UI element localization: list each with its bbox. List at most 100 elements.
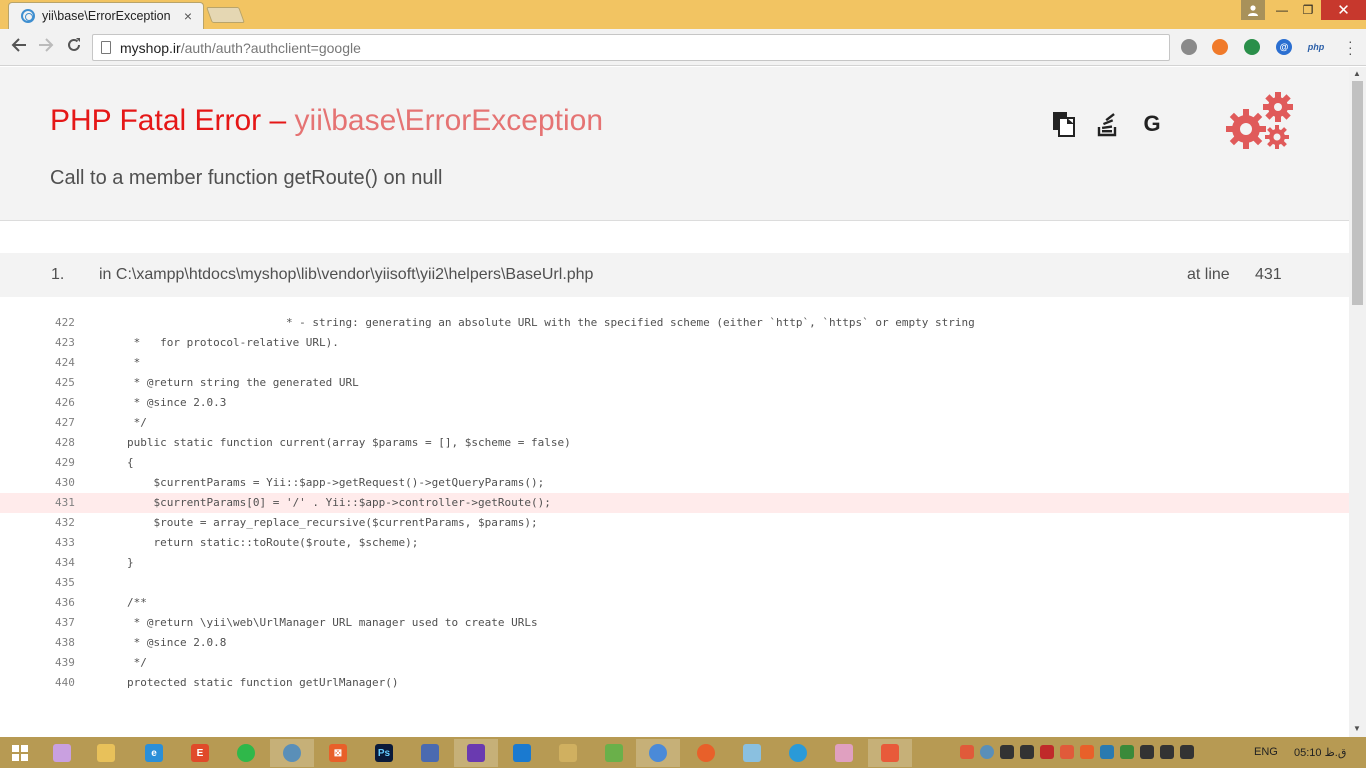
code-text: * for protocol-relative URL). [127, 336, 339, 349]
photoshop-icon[interactable]: Ps [362, 739, 406, 767]
tray-icon[interactable] [1100, 745, 1114, 759]
code-line: 424 * [0, 353, 1349, 373]
scroll-up-icon[interactable]: ▲ [1353, 69, 1361, 78]
call-stack-item[interactable]: 1. in C:\xampp\htdocs\myshop\lib\vendor\… [0, 253, 1349, 297]
google-icon[interactable]: G [1140, 109, 1164, 139]
editor-app-icon[interactable]: E [178, 739, 222, 767]
tray-icon[interactable] [1040, 745, 1054, 759]
windows-start-icon[interactable] [12, 745, 28, 761]
code-line: 423 * for protocol-relative URL). [0, 333, 1349, 353]
whatsapp-icon[interactable] [224, 739, 268, 767]
tray-icon[interactable] [1140, 745, 1154, 759]
taskbar-app-icon[interactable] [40, 739, 84, 767]
scrollbar-thumb[interactable] [1352, 81, 1363, 305]
scroll-down-icon[interactable]: ▼ [1353, 724, 1361, 733]
tab-title: yii\base\ErrorException [42, 9, 171, 23]
line-number: 422 [55, 316, 75, 329]
page-viewport: PHP Fatal Error – yii\base\ErrorExceptio… [0, 67, 1349, 737]
box-app-icon[interactable] [408, 739, 452, 767]
clock[interactable]: 05:10 ق.ظ [1294, 746, 1346, 759]
back-arrow-icon[interactable] [9, 37, 29, 57]
code-text: $currentParams[0] = '/' . Yii::$app->con… [127, 496, 551, 509]
close-window-button[interactable]: ✕ [1321, 0, 1366, 20]
code-text: public static function current(array $pa… [127, 436, 571, 449]
code-text: $route = array_replace_recursive($curren… [127, 516, 538, 529]
reload-icon[interactable] [64, 37, 84, 57]
tray-icon[interactable] [1020, 745, 1034, 759]
code-text: * @return string the generated URL [127, 376, 359, 389]
internet-explorer-icon[interactable]: e [132, 739, 176, 767]
line-number: 431 [55, 496, 75, 509]
file-explorer-icon[interactable] [84, 739, 128, 767]
code-line: 440 protected static function getUrlManag… [0, 673, 1349, 693]
browser-tab[interactable]: yii\base\ErrorException × [8, 2, 204, 29]
line-number: 439 [55, 656, 75, 669]
code-line: 431 $currentParams[0] = '/' . Yii::$app-… [0, 493, 1349, 513]
firefox-icon[interactable] [684, 739, 728, 767]
vertical-scrollbar[interactable]: ▲ ▼ [1349, 67, 1366, 737]
call-stack-file: in C:\xampp\htdocs\myshop\lib\vendor\yii… [99, 266, 594, 283]
tray-icon[interactable] [960, 745, 974, 759]
copy-icon[interactable] [1052, 109, 1076, 139]
network-icon[interactable] [1160, 745, 1174, 759]
volume-icon[interactable] [1180, 745, 1194, 759]
android-studio-icon[interactable] [592, 739, 636, 767]
vscode-icon[interactable] [500, 739, 544, 767]
language-indicator[interactable]: ENG [1254, 746, 1278, 758]
code-line: 428 public static function current(array … [0, 433, 1349, 453]
call-stack-line: 431 [1255, 266, 1282, 283]
tray-icon[interactable] [1080, 745, 1094, 759]
code-line: 426 * @since 2.0.3 [0, 393, 1349, 413]
line-number: 429 [55, 456, 75, 469]
restore-button[interactable]: ❐ [1295, 0, 1321, 20]
new-tab-button[interactable] [206, 7, 245, 23]
error-title: PHP Fatal Error – yii\base\ErrorExceptio… [50, 104, 603, 138]
minimize-button[interactable]: — [1269, 0, 1295, 20]
line-number: 430 [55, 476, 75, 489]
user-profile-icon[interactable] [1241, 0, 1265, 20]
error-message: Call to a member function getRoute() on … [50, 167, 443, 189]
line-number: 427 [55, 416, 75, 429]
extension-icon-1[interactable] [1181, 39, 1197, 55]
code-text: * @since 2.0.8 [127, 636, 227, 649]
url-path: /auth/auth?authclient=google [180, 39, 361, 56]
tray-icon[interactable] [1120, 745, 1134, 759]
extension-at-icon[interactable]: @ [1276, 39, 1292, 55]
chrome-icon[interactable] [636, 739, 680, 767]
browser-menu-icon[interactable]: · · · [1348, 34, 1353, 60]
tools-app-icon[interactable] [546, 739, 590, 767]
telegram-icon[interactable] [776, 739, 820, 767]
extension-icon-2[interactable] [1212, 39, 1228, 55]
xampp-control-icon[interactable] [868, 739, 912, 767]
call-stack-at-label: at line [1187, 266, 1230, 283]
error-title-prefix: PHP Fatal Error – [50, 104, 295, 137]
visual-studio-icon[interactable] [454, 739, 498, 767]
tab-close-icon[interactable]: × [181, 8, 195, 24]
tray-icon[interactable] [1000, 745, 1014, 759]
paint-app-icon[interactable] [822, 739, 866, 767]
code-line: 434} [0, 553, 1349, 573]
line-number: 433 [55, 536, 75, 549]
code-text: * [127, 356, 141, 369]
tray-icon[interactable] [1060, 745, 1074, 759]
extension-globe-icon[interactable] [1244, 39, 1260, 55]
line-number: 435 [55, 576, 75, 589]
notepad-icon[interactable] [730, 739, 774, 767]
address-bar[interactable]: myshop.ir /auth/auth?authclient=google [92, 34, 1170, 61]
extension-php-icon[interactable]: php [1305, 39, 1327, 55]
error-action-icons: G [1052, 109, 1164, 139]
line-number: 423 [55, 336, 75, 349]
network-app-icon[interactable] [270, 739, 314, 767]
exception-class: yii\base\ErrorException [294, 104, 603, 137]
browser-toolbar: myshop.ir /auth/auth?authclient=google @… [0, 29, 1366, 66]
code-line: 435 [0, 573, 1349, 593]
code-line: 429 { [0, 453, 1349, 473]
line-number: 425 [55, 376, 75, 389]
tray-icon[interactable] [980, 745, 994, 759]
code-line: 433 return static::toRoute($route, $sche… [0, 533, 1349, 553]
system-tray [960, 745, 1194, 759]
code-text: * @since 2.0.3 [127, 396, 227, 409]
forward-arrow-icon[interactable] [36, 37, 56, 57]
stackoverflow-icon[interactable] [1096, 109, 1120, 139]
xampp-icon[interactable]: ⊠ [316, 739, 360, 767]
